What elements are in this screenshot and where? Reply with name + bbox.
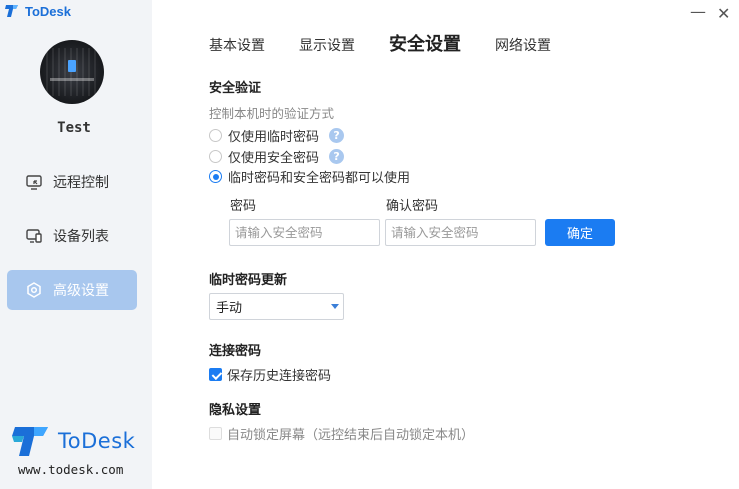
security-title: 安全验证 bbox=[209, 81, 262, 96]
tab-basic[interactable]: 基本设置 bbox=[209, 35, 265, 55]
security-hint: 控制本机时的验证方式 bbox=[209, 106, 335, 121]
help-icon[interactable]: ? bbox=[329, 149, 345, 164]
option-temp-only[interactable]: 仅使用临时密码 ? bbox=[209, 126, 345, 145]
sidebar-item-label: 高级设置 bbox=[53, 283, 109, 299]
remote-control-icon bbox=[26, 175, 42, 190]
sidebar-item-label: 远程控制 bbox=[53, 175, 109, 191]
app-title: ToDesk bbox=[4, 3, 71, 19]
sidebar: ToDesk Test 远程控制 设备列表 高级设置 ToDesk www.to… bbox=[0, 0, 152, 489]
sidebar-item-remote-control[interactable]: 远程控制 bbox=[7, 162, 137, 202]
sidebar-item-label: 设备列表 bbox=[53, 229, 109, 245]
auto-lock-label: 自动锁定屏幕（远控结束后自动锁定本机） bbox=[227, 428, 475, 443]
tab-display[interactable]: 显示设置 bbox=[299, 35, 355, 55]
avatar[interactable] bbox=[40, 40, 104, 104]
connect-password-title: 连接密码 bbox=[209, 344, 262, 359]
settings-tabs: 基本设置 显示设置 安全设置 网络设置 bbox=[209, 30, 585, 56]
temp-password-select[interactable]: 手动 bbox=[209, 293, 344, 320]
minimize-button[interactable]: — bbox=[690, 2, 706, 21]
brand-url: www.todesk.com bbox=[18, 462, 124, 477]
auto-lock-checkbox[interactable] bbox=[209, 427, 222, 440]
select-value: 手动 bbox=[216, 301, 243, 316]
save-history-label: 保存历史连接密码 bbox=[227, 369, 332, 384]
brand-name: ToDesk bbox=[58, 429, 136, 453]
option-label: 临时密码和安全密码都可以使用 bbox=[228, 171, 411, 186]
option-label: 仅使用安全密码 bbox=[228, 151, 320, 166]
todesk-logo-icon bbox=[5, 5, 18, 17]
tab-network[interactable]: 网络设置 bbox=[495, 35, 551, 55]
option-both[interactable]: 临时密码和安全密码都可以使用 bbox=[209, 167, 410, 186]
help-icon[interactable]: ? bbox=[329, 128, 345, 143]
option-secure-only[interactable]: 仅使用安全密码 ? bbox=[209, 147, 345, 166]
confirm-password-input[interactable] bbox=[385, 219, 536, 246]
brand: ToDesk bbox=[12, 424, 135, 458]
tab-security[interactable]: 安全设置 bbox=[389, 30, 461, 56]
app-title-text: ToDesk bbox=[25, 3, 71, 19]
radio-temp-only[interactable] bbox=[209, 129, 222, 142]
auto-lock-option[interactable]: 自动锁定屏幕（远控结束后自动锁定本机） bbox=[209, 424, 474, 443]
sidebar-item-advanced-settings[interactable]: 高级设置 bbox=[7, 270, 137, 310]
temp-password-title: 临时密码更新 bbox=[209, 273, 288, 288]
confirm-button[interactable]: 确定 bbox=[545, 219, 615, 246]
settings-icon bbox=[27, 282, 41, 298]
sidebar-item-device-list[interactable]: 设备列表 bbox=[7, 216, 137, 256]
user-name: Test bbox=[57, 120, 91, 136]
password-input[interactable] bbox=[229, 219, 380, 246]
todesk-logo-icon bbox=[12, 427, 48, 456]
save-history-option[interactable]: 保存历史连接密码 bbox=[209, 365, 331, 384]
close-button[interactable]: ✕ bbox=[717, 4, 730, 23]
option-label: 仅使用临时密码 bbox=[228, 130, 320, 145]
device-list-icon bbox=[26, 229, 42, 243]
privacy-title: 隐私设置 bbox=[209, 403, 262, 418]
confirm-password-label: 确认密码 bbox=[386, 199, 439, 214]
save-history-checkbox[interactable] bbox=[209, 368, 222, 381]
radio-secure-only[interactable] bbox=[209, 150, 222, 163]
password-label: 密码 bbox=[230, 199, 257, 214]
chevron-down-icon bbox=[331, 304, 339, 309]
radio-both[interactable] bbox=[209, 170, 222, 183]
